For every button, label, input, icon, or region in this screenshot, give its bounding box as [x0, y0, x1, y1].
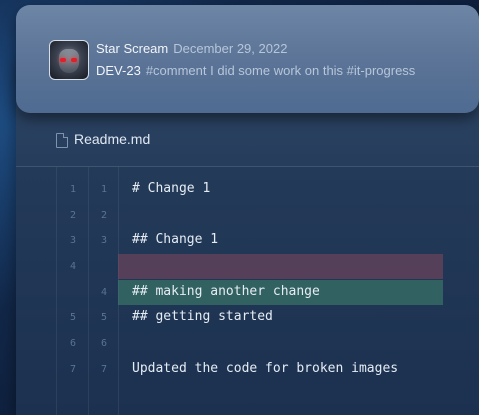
- old-line-number: 1: [69, 184, 77, 195]
- diff-row: 3 3 ## Change 1: [16, 228, 479, 253]
- old-line-number: 4: [69, 261, 77, 272]
- code-line: # Change 1: [132, 181, 211, 196]
- diff-row: 5 5 ## getting started: [16, 305, 479, 330]
- old-line-number: 5: [69, 312, 77, 323]
- notification-body: DEV-23 #comment I did some work on this #…: [96, 63, 415, 78]
- code-diff: 1 1 # Change 1 2 2 3 3 ## Change 1 4 4 #…: [16, 167, 479, 415]
- file-name[interactable]: Readme.md: [74, 131, 150, 147]
- diff-row-deleted: 4: [16, 254, 479, 279]
- new-line-number: 6: [100, 338, 108, 349]
- old-line-number: 7: [69, 364, 77, 375]
- diff-row: 1 1 # Change 1: [16, 177, 479, 202]
- user-name[interactable]: Star Scream: [96, 41, 168, 56]
- old-line-number: 3: [69, 235, 77, 246]
- code-line: ## getting started: [132, 309, 273, 324]
- old-line-number: 2: [69, 210, 77, 221]
- new-line-number: 2: [100, 210, 108, 221]
- issue-key[interactable]: DEV-23: [96, 63, 141, 78]
- avatar-eye: [60, 58, 66, 62]
- comment-date: December 29, 2022: [173, 41, 288, 56]
- comment-text: #comment I did some work on this #it-pro…: [145, 63, 416, 78]
- comment-notification[interactable]: Star Scream December 29, 2022 DEV-23 #comm…: [16, 5, 479, 113]
- new-line-number: 7: [100, 364, 108, 375]
- diff-row: 7 7 Updated the code for broken images: [16, 357, 479, 382]
- avatar-eye: [71, 58, 77, 62]
- new-line-number: 3: [100, 235, 108, 246]
- diff-row: 2 2: [16, 203, 479, 228]
- diff-row-added: 4 ## making another change: [16, 280, 479, 305]
- new-line-number: 1: [100, 184, 108, 195]
- code-line: ## making another change: [132, 284, 320, 299]
- code-line: Updated the code for broken images: [132, 361, 399, 376]
- file-header[interactable]: Readme.md: [16, 114, 479, 167]
- notification-header: Star Scream December 29, 2022: [96, 41, 287, 56]
- avatar[interactable]: [49, 40, 89, 80]
- code-line: ## Change 1: [132, 232, 219, 247]
- new-line-number: 4: [100, 287, 108, 298]
- diff-row: 6 6: [16, 331, 479, 356]
- file-icon: [56, 133, 68, 148]
- old-line-number: 6: [69, 338, 77, 349]
- new-line-number: 5: [100, 312, 108, 323]
